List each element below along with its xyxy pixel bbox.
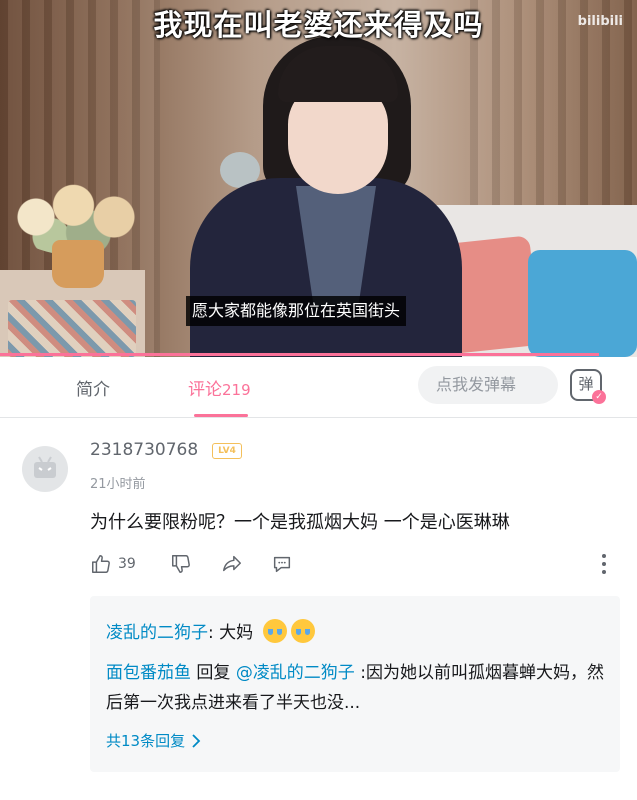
bilibili-watermark: bilibili <box>577 14 623 29</box>
check-icon: ✓ <box>592 390 606 404</box>
avatar[interactable] <box>22 446 68 492</box>
reply-mention[interactable]: @凌乱的二狗子 <box>236 663 355 683</box>
like-count: 39 <box>118 556 136 572</box>
tab-comments[interactable]: 评论219 <box>188 375 251 400</box>
video-subtitle: 愿大家都能像那位在英国街头 <box>186 296 407 326</box>
comment-text: 为什么要限粉呢？一个是我孤烟大妈 一个是心医琳琳 <box>90 512 510 533</box>
tab-active-indicator <box>194 414 248 417</box>
danmaku-input[interactable]: 点我发弹幕 <box>418 366 558 404</box>
level-badge: LV4 <box>212 443 242 459</box>
video-player[interactable]: 我现在叫老婆还来得及吗 bilibili 愿大家都能像那位在英国街头 <box>0 0 637 357</box>
video-progress-bar[interactable] <box>0 353 599 356</box>
reply-username[interactable]: 面包番茄鱼 <box>106 663 191 683</box>
tab-bar: 简介 评论219 点我发弹幕 弹 ✓ <box>0 357 637 418</box>
replies-box: 凌乱的二狗子: 大妈 面包番茄鱼 回复 @凌乱的二狗子 :因为她以前叫孤烟暮蝉大… <box>90 596 620 772</box>
share-icon <box>223 555 241 572</box>
view-more-replies-button[interactable]: 共13条回复 <box>106 730 201 751</box>
tab-intro[interactable]: 简介 <box>76 375 110 400</box>
reply-item[interactable]: 面包番茄鱼 回复 @凌乱的二狗子 :因为她以前叫孤烟暮蝉大妈，然后第一次我点进来… <box>106 658 606 718</box>
blue-pillow <box>528 250 637 357</box>
reply-button[interactable] <box>270 552 294 576</box>
reply-word: 回复 <box>191 663 236 683</box>
thumbs-down-icon <box>172 555 190 573</box>
cabinet-pattern <box>8 300 136 357</box>
video-title-caption: 我现在叫老婆还来得及吗 <box>153 8 484 42</box>
reply-item[interactable]: 凌乱的二狗子: 大妈 <box>106 618 315 643</box>
thumbs-up-icon <box>92 555 110 573</box>
danmaku-toggle-icon[interactable]: 弹 ✓ <box>570 369 606 404</box>
comment-bubble-icon <box>273 556 291 573</box>
reply-text: : 大妈 <box>208 623 254 643</box>
crying-emoji-icon <box>262 619 287 643</box>
reply-username[interactable]: 凌乱的二狗子 <box>106 623 208 643</box>
danmaku-icon-glyph: 弹 <box>578 375 594 393</box>
like-button[interactable]: 39 <box>90 552 136 576</box>
comment-username[interactable]: 2318730768 <box>90 440 198 460</box>
default-avatar-icon <box>34 456 56 478</box>
crying-emoji-icon <box>290 619 315 643</box>
share-button[interactable] <box>220 552 244 576</box>
vase <box>52 240 104 288</box>
comment-time: 21小时前 <box>90 477 146 492</box>
chevron-right-icon <box>192 733 201 748</box>
dislike-button[interactable] <box>170 552 192 576</box>
tab-comments-count: 219 <box>222 381 251 399</box>
tab-comments-label: 评论 <box>188 380 222 400</box>
more-options-icon[interactable] <box>596 552 612 576</box>
more-replies-label: 共13条回复 <box>106 732 186 750</box>
